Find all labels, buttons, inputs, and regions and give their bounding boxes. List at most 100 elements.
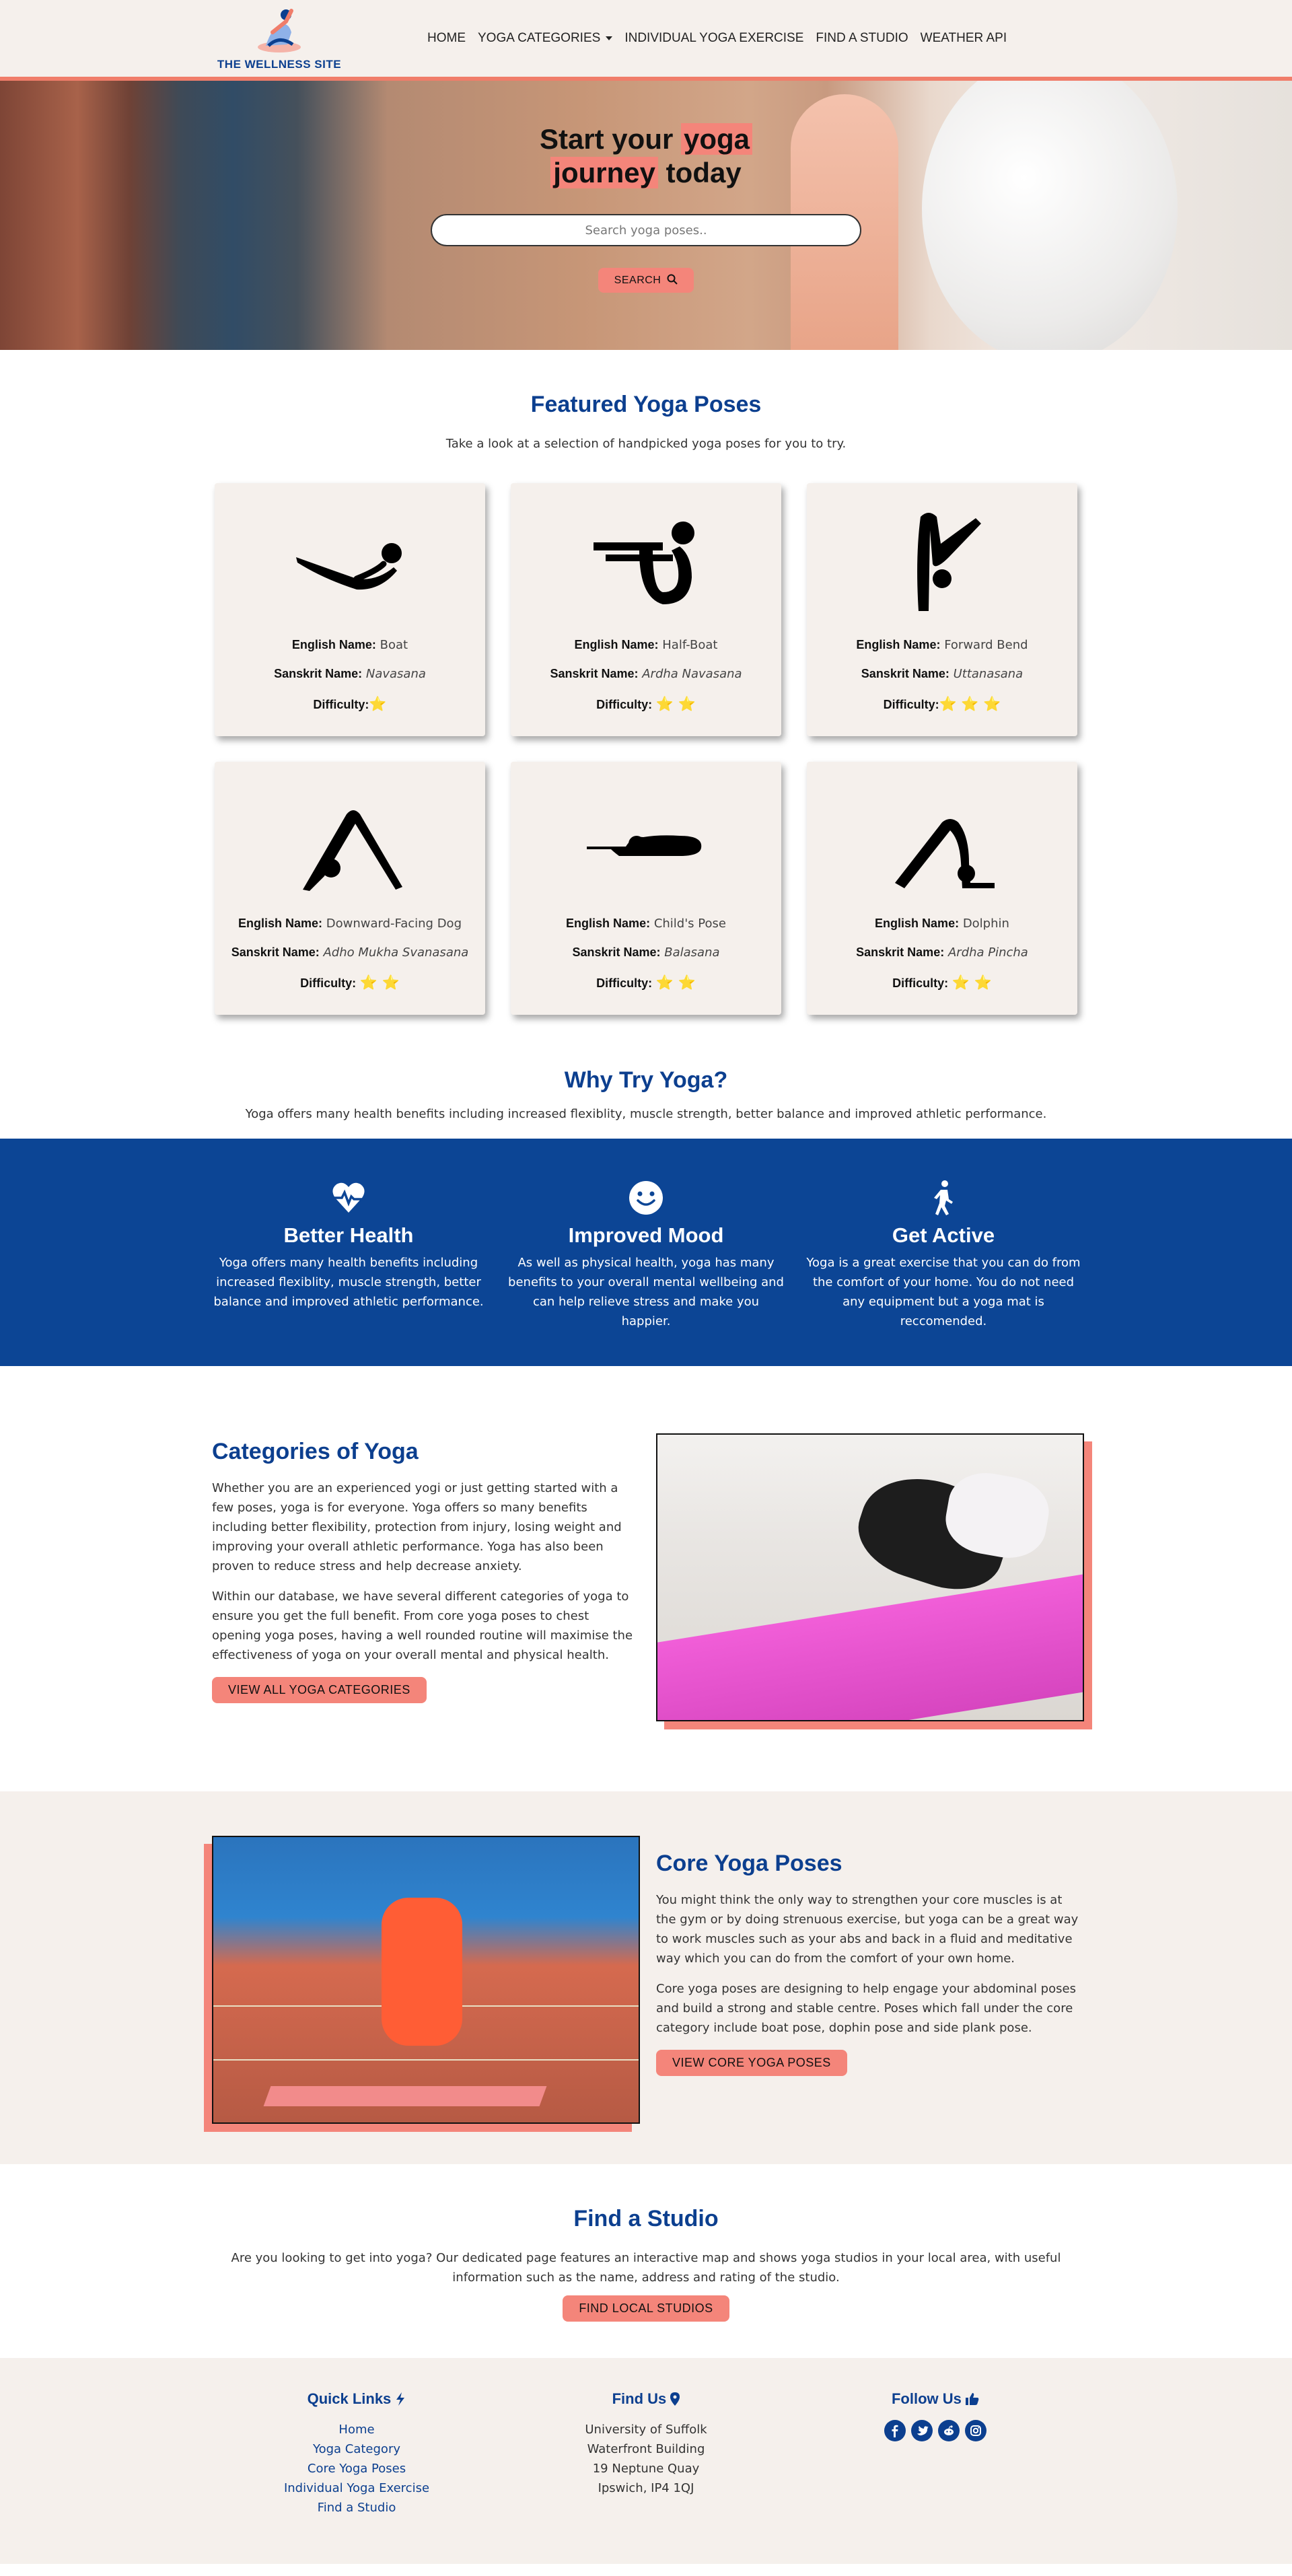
english-name-row: English Name: Boat: [292, 638, 408, 652]
nav-home[interactable]: HOME: [427, 27, 466, 50]
sanskrit-name-row: Sanskrit Name: Adho Mukha Svanasana: [231, 945, 469, 960]
core-title: Core Yoga Poses: [656, 1851, 842, 1876]
pose-card[interactable]: English Name: Forward Bend Sanskrit Name…: [807, 483, 1077, 736]
instagram-icon[interactable]: [965, 2420, 986, 2441]
nav-yoga-categories[interactable]: YOGA CATEGORIES: [478, 27, 613, 50]
footer: Quick Links Home Yoga Category Core Yoga…: [0, 2358, 1292, 2564]
pose-card[interactable]: English Name: Downward-Facing Dog Sanskr…: [215, 762, 485, 1015]
difficulty-row: Difficulty: ⭐ ⭐: [892, 974, 992, 991]
difficulty-row: Difficulty: ⭐ ⭐: [300, 974, 400, 991]
benefit-text: Yoga is a great exercise that you can do…: [806, 1256, 1081, 1328]
core-image: [204, 1836, 640, 2132]
footer-link-core-yoga-poses[interactable]: Core Yoga Poses: [212, 2459, 501, 2478]
quick-links-heading: Quick Links: [212, 2390, 501, 2408]
difficulty-row: Difficulty: ⭐ ⭐: [596, 696, 696, 713]
site-logo[interactable]: THE WELLNESS SITE: [212, 5, 347, 71]
dolphin-pose-icon: [895, 819, 995, 888]
categories-paragraph-1: Whether you are an experienced yogi or j…: [212, 1481, 622, 1573]
footer-link-individual-yoga-exercise[interactable]: Individual Yoga Exercise: [212, 2478, 501, 2498]
benefit-title: Get Active: [892, 1223, 995, 1247]
footer-find-us: Find Us University of Suffolk Waterfront…: [501, 2390, 791, 2517]
sanskrit-name-label: Sanskrit Name:: [572, 945, 661, 959]
benefit-better-health: Better Health Yoga offers many health be…: [211, 1179, 487, 1331]
nav-yoga-categories-label: YOGA CATEGORIES: [478, 31, 601, 45]
person-figure: [382, 1898, 462, 2046]
boat-pose-icon: [296, 543, 402, 590]
nav-individual-yoga-exercise[interactable]: INDIVIDUAL YOGA EXERCISE: [624, 27, 803, 50]
english-name-value: Forward Bend: [944, 638, 1028, 652]
childs-pose-icon: [587, 835, 702, 856]
pose-card[interactable]: English Name: Dolphin Sanskrit Name: Ard…: [807, 762, 1077, 1015]
downward-dog-pose-icon: [303, 810, 402, 891]
search-button-label: SEARCH: [614, 275, 661, 286]
pose-card[interactable]: English Name: Half-Boat Sanskrit Name: A…: [511, 483, 781, 736]
difficulty-row: Difficulty:⭐: [313, 696, 386, 713]
sanskrit-name-label: Sanskrit Name:: [856, 945, 945, 959]
english-name-label: English Name:: [291, 638, 376, 651]
find-us-title: Find Us: [612, 2390, 667, 2407]
english-name-row: English Name: Child's Pose: [566, 917, 726, 931]
yoga-mat: [657, 1564, 1083, 1720]
english-name-row: English Name: Half-Boat: [575, 638, 718, 652]
english-name-value: Half-Boat: [662, 638, 718, 652]
hero-title-part: Start your: [539, 123, 674, 155]
follow-us-heading: Follow Us: [791, 2390, 1080, 2408]
navbar: THE WELLNESS SITE HOME YOGA CATEGORIES I…: [0, 0, 1292, 81]
english-name-label: English Name:: [566, 917, 651, 930]
yoga-logo-icon: [258, 9, 301, 52]
nav-weather-api[interactable]: WEATHER API: [921, 27, 1007, 50]
why-title: Why Try Yoga?: [564, 1067, 728, 1093]
view-all-categories-button[interactable]: VIEW ALL YOGA CATEGORIES: [212, 1677, 427, 1703]
sanskrit-name-label: Sanskrit Name:: [550, 667, 639, 680]
studio-text: Are you looking to get into yoga? Our de…: [231, 2251, 1061, 2285]
english-name-value: Downward-Facing Dog: [326, 917, 462, 931]
hero-title: Start your yoga journey today: [0, 122, 1292, 190]
benefits-band: Better Health Yoga offers many health be…: [0, 1139, 1292, 1366]
english-name-value: Dolphin: [962, 917, 1009, 931]
twitter-icon[interactable]: [911, 2420, 933, 2441]
address-line: University of Suffolk: [585, 2423, 707, 2437]
categories-image: [656, 1433, 1092, 1729]
english-name-row: English Name: Forward Bend: [856, 638, 1028, 652]
pose-card[interactable]: English Name: Child's Pose Sanskrit Name…: [511, 762, 781, 1015]
sanskrit-name-row: Sanskrit Name: Ardha Pincha: [856, 945, 1028, 960]
why-section: Why Try Yoga? Yoga offers many health be…: [0, 1015, 1292, 1121]
pose-card-grid: English Name: Boat Sanskrit Name: Navasa…: [0, 483, 1292, 1015]
sanskrit-name-value: Adho Mukha Svanasana: [323, 945, 469, 960]
view-core-poses-button[interactable]: VIEW CORE YOGA POSES: [656, 2050, 847, 2076]
sanskrit-name-label: Sanskrit Name:: [274, 667, 363, 680]
core-paragraph-1: You might think the only way to strength…: [656, 1893, 1079, 1966]
featured-title: Featured Yoga Poses: [530, 392, 762, 417]
sanskrit-name-row: Sanskrit Name: Ardha Navasana: [550, 667, 742, 681]
hero-title-part: today: [666, 157, 742, 188]
caret-down-icon: [606, 36, 613, 40]
categories-section: Categories of Yoga Whether you are an ex…: [0, 1366, 1292, 1791]
featured-section: Featured Yoga Poses Take a look at a sel…: [0, 350, 1292, 1015]
yoga-mat: [263, 2086, 547, 2106]
footer-link-yoga-category[interactable]: Yoga Category: [212, 2439, 501, 2459]
sanskrit-name-value: Balasana: [664, 945, 720, 960]
nav-find-a-studio[interactable]: FIND A STUDIO: [816, 27, 908, 50]
search-button[interactable]: SEARCH: [598, 268, 694, 293]
english-name-label: English Name:: [574, 638, 659, 651]
walking-icon: [934, 1180, 953, 1215]
footer-link-home[interactable]: Home: [212, 2420, 501, 2439]
social-icons: [791, 2420, 1080, 2441]
facebook-icon[interactable]: [884, 2420, 906, 2441]
reddit-icon[interactable]: [938, 2420, 960, 2441]
court-line: [213, 2059, 639, 2061]
footer-follow-us: Follow Us: [791, 2390, 1080, 2517]
pose-card[interactable]: English Name: Boat Sanskrit Name: Navasa…: [215, 483, 485, 736]
difficulty-label: Difficulty:: [596, 698, 653, 711]
sanskrit-name-value: Ardha Navasana: [642, 667, 742, 681]
address-line: Waterfront Building: [587, 2442, 705, 2456]
find-local-studios-button[interactable]: FIND LOCAL STUDIOS: [563, 2295, 729, 2322]
difficulty-row: Difficulty: ⭐ ⭐: [596, 974, 696, 991]
address-line: 19 Neptune Quay: [592, 2462, 700, 2476]
english-name-label: English Name:: [238, 917, 323, 930]
star-icon: ⭐ ⭐: [655, 974, 696, 991]
footer-link-find-a-studio[interactable]: Find a Studio: [212, 2498, 501, 2517]
categories-title: Categories of Yoga: [212, 1439, 419, 1464]
half-boat-pose-icon: [594, 522, 694, 604]
search-input[interactable]: [431, 214, 861, 246]
